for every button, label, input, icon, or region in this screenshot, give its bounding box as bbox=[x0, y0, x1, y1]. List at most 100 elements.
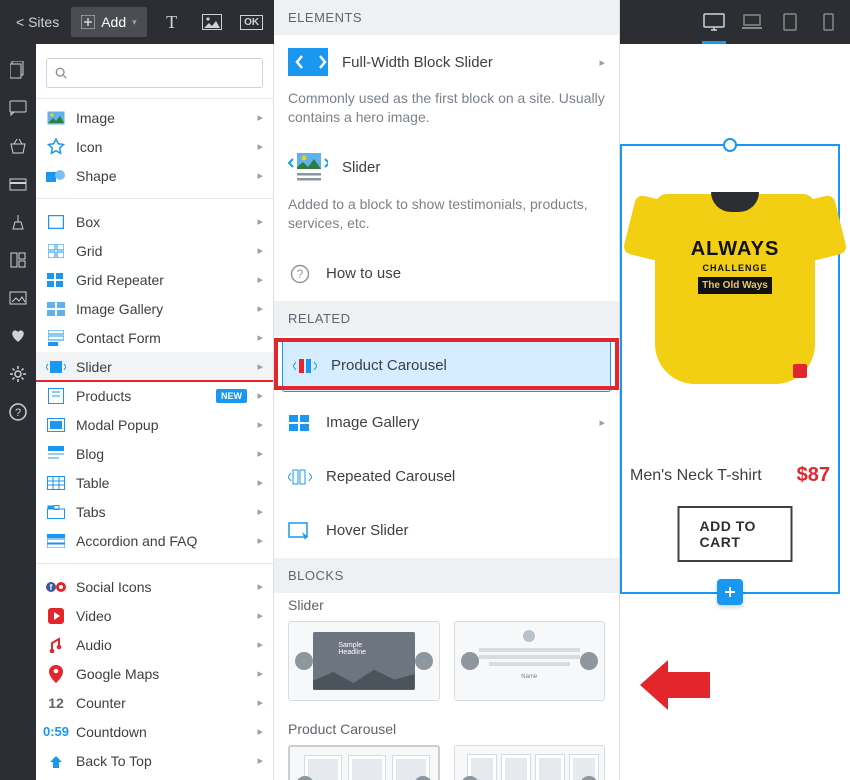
add-item-label: Grid Repeater bbox=[76, 272, 164, 288]
add-item-label: Tabs bbox=[76, 504, 106, 520]
rail-design-button[interactable] bbox=[8, 212, 28, 232]
phone-device-button[interactable] bbox=[816, 10, 840, 34]
hover-slider-item[interactable]: Hover Slider bbox=[274, 504, 619, 558]
chevron-right-icon: ▸ bbox=[257, 447, 263, 460]
image-icon bbox=[46, 108, 66, 128]
add-item-label: Image bbox=[76, 110, 115, 126]
add-item-label: Back To Top bbox=[76, 753, 152, 769]
product-carousel-item[interactable]: Product Carousel bbox=[282, 340, 611, 392]
text-tool-button[interactable]: T bbox=[157, 7, 187, 37]
media-icon bbox=[9, 291, 27, 305]
add-item-icon[interactable]: Icon ▸ bbox=[36, 132, 273, 161]
grid-icon bbox=[46, 241, 66, 261]
add-item-counter[interactable]: 12 Counter ▸ bbox=[36, 688, 273, 717]
add-item-tabs[interactable]: Tabs ▸ bbox=[36, 497, 273, 526]
add-item-shape[interactable]: Shape ▸ bbox=[36, 161, 273, 190]
add-item-label: Modal Popup bbox=[76, 417, 159, 433]
add-item-google-maps[interactable]: Google Maps ▸ bbox=[36, 659, 273, 688]
add-item-grid-repeater[interactable]: Grid Repeater ▸ bbox=[36, 265, 273, 294]
add-button[interactable]: Add ▾ bbox=[71, 7, 146, 37]
device-switcher bbox=[702, 10, 840, 34]
rail-help-button[interactable]: ? bbox=[8, 402, 28, 422]
rail-media-button[interactable] bbox=[8, 288, 28, 308]
how-to-use-item[interactable]: ? How to use bbox=[274, 247, 619, 301]
shirt-tag-icon bbox=[793, 364, 807, 378]
image-gallery-item[interactable]: Image Gallery ▸ bbox=[274, 396, 619, 450]
slider-icon bbox=[46, 357, 66, 377]
repeated-carousel-item[interactable]: Repeated Carousel bbox=[274, 450, 619, 504]
rail-card-button[interactable] bbox=[8, 174, 28, 194]
svg-text:?: ? bbox=[297, 267, 304, 281]
hover-slider-icon bbox=[288, 516, 312, 546]
selection-handle-top[interactable] bbox=[723, 138, 737, 152]
slider-desc: Added to a block to show testimonials, p… bbox=[274, 195, 619, 247]
add-item-blog[interactable]: Blog ▸ bbox=[36, 439, 273, 468]
chevron-right-icon: ▸ bbox=[599, 56, 605, 69]
add-to-cart-button[interactable]: ADD TO CART bbox=[678, 506, 793, 562]
slider-block-thumb-1[interactable]: Sample Headline bbox=[288, 621, 440, 701]
ok-tool-button[interactable]: OK bbox=[237, 7, 267, 37]
tablet-device-button[interactable] bbox=[778, 10, 802, 34]
add-item-box[interactable]: Box ▸ bbox=[36, 207, 273, 236]
rail-pages-button[interactable] bbox=[8, 60, 28, 80]
annotation-arrow-icon bbox=[640, 660, 710, 710]
add-item-label: Slider bbox=[76, 359, 112, 375]
add-item-social-icons[interactable]: f Social Icons ▸ bbox=[36, 572, 273, 601]
add-item-label: Box bbox=[76, 214, 100, 230]
add-item-countdown[interactable]: 0:59 Countdown ▸ bbox=[36, 717, 273, 746]
slider-item[interactable]: Slider bbox=[274, 141, 619, 195]
laptop-device-button[interactable] bbox=[740, 10, 764, 34]
slider-block-thumb-2[interactable]: Name bbox=[454, 621, 606, 701]
chevron-right-icon: ▸ bbox=[257, 273, 263, 286]
tabs-icon bbox=[46, 502, 66, 522]
add-item-image-gallery[interactable]: Image Gallery ▸ bbox=[36, 294, 273, 323]
add-item-label: Google Maps bbox=[76, 666, 159, 682]
add-item-grid[interactable]: Grid ▸ bbox=[36, 236, 273, 265]
chevron-right-icon: ▸ bbox=[257, 140, 263, 153]
pc-block-thumb-2[interactable] bbox=[454, 745, 606, 780]
add-item-accordion-and-faq[interactable]: Accordion and FAQ ▸ bbox=[36, 526, 273, 555]
products-icon bbox=[46, 386, 66, 406]
video-icon bbox=[46, 606, 66, 626]
rail-layout-button[interactable] bbox=[8, 250, 28, 270]
audio-icon bbox=[46, 635, 66, 655]
add-item-label: Countdown bbox=[76, 724, 147, 740]
rail-store-button[interactable] bbox=[8, 136, 28, 156]
phone-icon bbox=[823, 13, 834, 31]
button-icon: OK bbox=[240, 15, 263, 30]
pc-block-thumb-1[interactable] bbox=[288, 745, 440, 780]
add-item-label: Video bbox=[76, 608, 112, 624]
desktop-device-button[interactable] bbox=[702, 10, 726, 34]
chevron-right-icon: ▸ bbox=[257, 389, 263, 402]
gridr-icon bbox=[46, 270, 66, 290]
add-item-back-to-top[interactable]: Back To Top ▸ bbox=[36, 746, 273, 775]
image-tool-button[interactable] bbox=[197, 7, 227, 37]
add-item-image[interactable]: Image ▸ bbox=[36, 103, 273, 132]
repeated-carousel-icon bbox=[288, 462, 312, 492]
chevron-right-icon: ▸ bbox=[257, 638, 263, 651]
chevron-right-icon: ▸ bbox=[257, 580, 263, 593]
add-item-audio[interactable]: Audio ▸ bbox=[36, 630, 273, 659]
layout-icon bbox=[10, 252, 26, 268]
element-search[interactable] bbox=[46, 58, 263, 88]
rail-chat-button[interactable] bbox=[8, 98, 28, 118]
add-item-slider[interactable]: Slider ▸ bbox=[36, 352, 273, 381]
chevron-right-icon: ▸ bbox=[257, 244, 263, 257]
add-block-button[interactable] bbox=[717, 579, 743, 605]
maps-icon bbox=[46, 664, 66, 684]
rail-favorites-button[interactable] bbox=[8, 326, 28, 346]
add-item-table[interactable]: Table ▸ bbox=[36, 468, 273, 497]
fullwidth-slider-item[interactable]: Full-Width Block Slider ▸ bbox=[274, 35, 619, 89]
left-rail: ? bbox=[0, 44, 36, 780]
rail-settings-button[interactable] bbox=[8, 364, 28, 384]
back-to-sites-link[interactable]: < Sites bbox=[8, 14, 67, 30]
help-icon: ? bbox=[9, 403, 27, 421]
add-item-label: Accordion and FAQ bbox=[76, 533, 197, 549]
add-item-products[interactable]: Products NEW ▸ bbox=[36, 381, 273, 410]
countdown-icon: 0:59 bbox=[46, 722, 66, 742]
add-item-modal-popup[interactable]: Modal Popup ▸ bbox=[36, 410, 273, 439]
add-item-video[interactable]: Video ▸ bbox=[36, 601, 273, 630]
how-to-use-label: How to use bbox=[326, 265, 401, 282]
add-item-contact-form[interactable]: Contact Form ▸ bbox=[36, 323, 273, 352]
element-search-input[interactable] bbox=[73, 65, 254, 81]
